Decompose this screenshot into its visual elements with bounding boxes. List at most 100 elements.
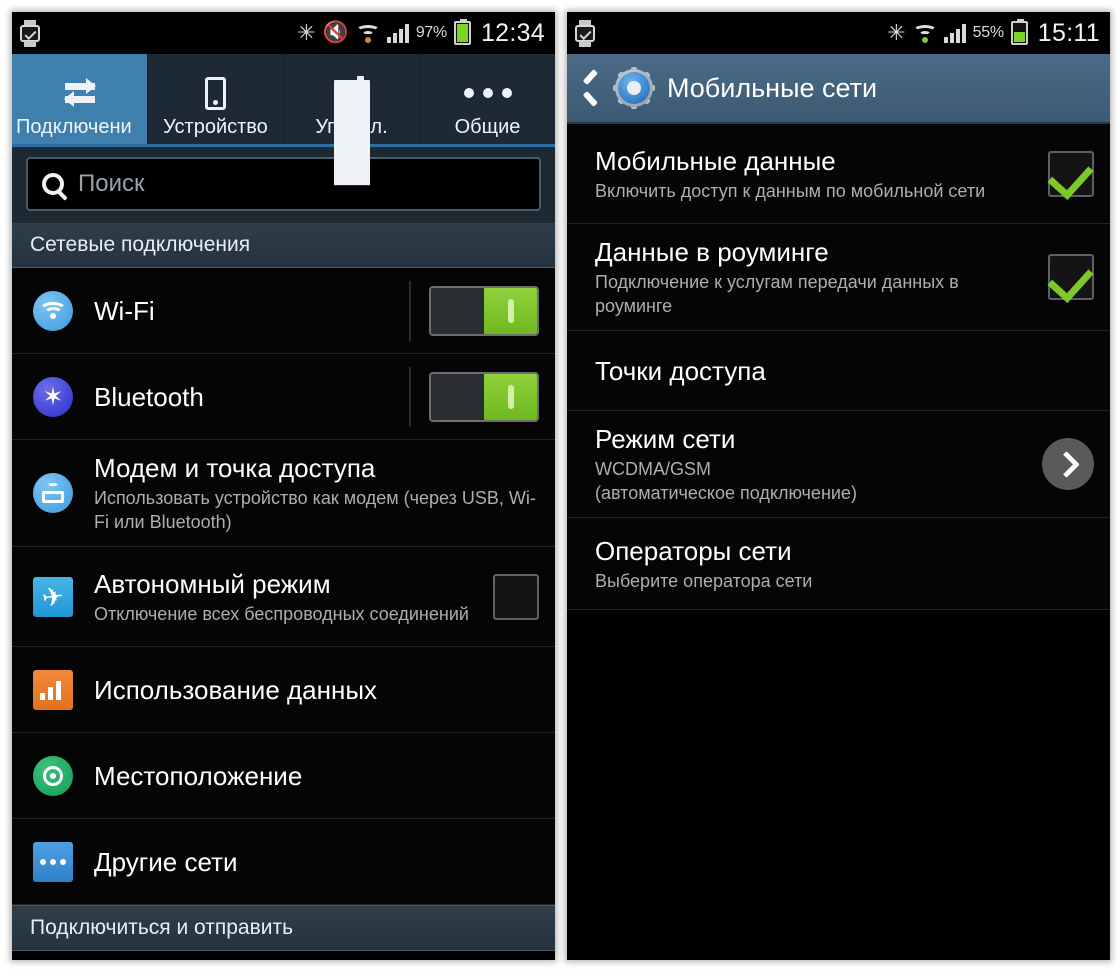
list-item-data-roaming[interactable]: Данные в роуминге Подключение к услугам … [567, 224, 1110, 331]
mobile-data-checkbox-control[interactable] [1048, 150, 1094, 197]
smartwatch-icon [575, 19, 595, 47]
smartwatch-icon [20, 19, 40, 47]
wifi-icon [355, 23, 380, 43]
signal-bars-icon [943, 23, 966, 43]
bluetooth-toggle[interactable] [429, 371, 539, 422]
wifi-icon [30, 290, 76, 331]
list-item-wifi[interactable]: Wi-Fi [12, 268, 555, 354]
right-status-bar: ✳ 55% 15:11 [567, 12, 1110, 54]
mobile-networks-list: Мобильные данные Включить доступ к данны… [567, 124, 1110, 940]
list-item-title: Автономный режим [94, 568, 331, 599]
list-item-subtitle-line2: (автоматическое подключение) [595, 483, 857, 503]
left-phone-screen: ✳ 🔇 97% 12:34 Подключени Устройство Общи… [12, 12, 555, 960]
right-phone-screen: ✳ 55% 15:11 Мобильные сети Мобильные дан… [567, 12, 1110, 960]
screenshot-stage: ✳ 🔇 97% 12:34 Подключени Устройство Общи… [0, 0, 1120, 980]
list-item-bluetooth[interactable]: ✶ Bluetooth [12, 354, 555, 440]
list-item-subtitle: Выберите оператора сети [595, 570, 813, 591]
tab-device-label: Устройство [163, 116, 268, 138]
list-item-title: Модем и точка доступа [94, 453, 376, 483]
divider [409, 280, 411, 341]
bluetooth-toggle-control[interactable] [409, 366, 539, 427]
mobile-data-checkbox[interactable] [1048, 150, 1094, 197]
list-item-title: Местоположение [94, 760, 303, 791]
tab-connections[interactable]: Подключени [12, 54, 148, 144]
other-networks-icon [30, 841, 76, 882]
status-clock: 12:34 [480, 18, 545, 47]
list-item-location[interactable]: Местоположение [12, 733, 555, 819]
list-item-title: Bluetooth [94, 381, 204, 412]
tab-general[interactable]: Общие [420, 54, 555, 144]
list-item-subtitle: Использовать устройство как модем (через… [94, 488, 536, 532]
list-item-title: Wi-Fi [94, 295, 155, 326]
list-item-subtitle-line1: WCDMA/GSM [595, 459, 711, 479]
tab-general-label: Общие [454, 116, 521, 138]
list-item-tethering[interactable]: Модем и точка доступа Использовать устро… [12, 440, 555, 547]
battery-percent: 97% [415, 24, 447, 41]
action-bar: Мобильные сети [567, 54, 1110, 124]
airplane-icon: ✈ [30, 576, 76, 617]
location-icon [30, 755, 76, 796]
connections-list: Wi-Fi ✶ Bluetooth Модем и точка доступа … [12, 268, 555, 905]
tab-connections-label: Подключени [16, 116, 132, 138]
network-mode-chevron-control[interactable] [1042, 438, 1094, 490]
battery-percent: 55% [972, 24, 1004, 41]
list-item-title: Данные в роуминге [595, 237, 829, 267]
list-item-title: Режим сети [595, 424, 736, 454]
signal-bars-icon [386, 23, 409, 43]
wifi-toggle-control[interactable] [409, 280, 539, 341]
status-left-icons [575, 19, 595, 47]
divider [409, 366, 411, 427]
status-right-icons: ✳ 🔇 97% 12:34 [297, 19, 545, 48]
list-item-data-usage[interactable]: Использование данных [12, 647, 555, 733]
tethering-icon [30, 473, 76, 513]
battery-icon [1010, 19, 1028, 45]
list-item-title: Мобильные данные [595, 145, 836, 176]
list-item-title: Другие сети [94, 846, 238, 877]
chevron-right-icon[interactable] [1042, 438, 1094, 490]
bluetooth-icon: ✶ [30, 376, 76, 417]
ellipsis-icon [463, 72, 512, 114]
list-item-other-networks[interactable]: Другие сети [12, 819, 555, 905]
airplane-checkbox[interactable] [493, 573, 539, 620]
sliders-icon [333, 72, 370, 186]
right-list-filler [567, 610, 1110, 940]
settings-gear-icon [613, 67, 655, 109]
page-title: Мобильные сети [667, 72, 878, 103]
section-header-network: Сетевые подключения [12, 223, 555, 268]
wifi-icon [912, 23, 937, 43]
section-header-connect-and-share: Подключиться и отправить [12, 905, 555, 951]
status-clock: 15:11 [1037, 18, 1100, 47]
list-item-airplane-mode[interactable]: ✈ Автономный режим Отключение всех беспр… [12, 547, 555, 647]
left-list-filler [12, 951, 555, 960]
status-right-icons: ✳ 55% 15:11 [887, 19, 1100, 48]
status-left-icons [20, 19, 40, 47]
search-bar-container: Поиск [12, 147, 555, 223]
tab-controls[interactable]: Управл. [284, 54, 420, 186]
list-item-subtitle: Подключение к услугам передачи данных в … [595, 272, 959, 316]
bluetooth-icon: ✳ [297, 20, 316, 46]
list-item-subtitle: Включить доступ к данным по мобильной се… [595, 180, 986, 201]
search-icon [42, 173, 64, 195]
list-item-network-mode[interactable]: Режим сети WCDMA/GSM (автоматическое под… [567, 411, 1110, 518]
list-item-network-operators[interactable]: Операторы сети Выберите оператора сети [567, 518, 1110, 610]
settings-tab-bar[interactable]: Подключени Устройство Управл. [12, 54, 555, 186]
airplane-checkbox-control[interactable] [493, 573, 539, 620]
search-input[interactable]: Поиск [26, 157, 541, 211]
data-roaming-checkbox-control[interactable] [1048, 254, 1094, 300]
list-item-mobile-data[interactable]: Мобильные данные Включить доступ к данны… [567, 124, 1110, 224]
list-item-title: Операторы сети [595, 535, 792, 566]
vibrate-mute-icon: 🔇 [322, 21, 349, 44]
list-item-title: Использование данных [94, 674, 378, 705]
bluetooth-icon: ✳ [887, 20, 906, 46]
wifi-toggle[interactable] [429, 285, 539, 336]
data-roaming-checkbox[interactable] [1048, 254, 1094, 300]
list-item-access-points[interactable]: Точки доступа [567, 331, 1110, 411]
tab-device[interactable]: Устройство [148, 54, 284, 144]
search-placeholder: Поиск [78, 170, 145, 197]
swap-arrows-icon [61, 72, 99, 114]
back-chevron-icon[interactable] [581, 73, 601, 103]
data-usage-icon [30, 669, 76, 710]
phone-icon [205, 72, 226, 114]
list-item-subtitle: Отключение всех беспроводных соединений [94, 603, 469, 624]
left-status-bar: ✳ 🔇 97% 12:34 [12, 12, 555, 54]
